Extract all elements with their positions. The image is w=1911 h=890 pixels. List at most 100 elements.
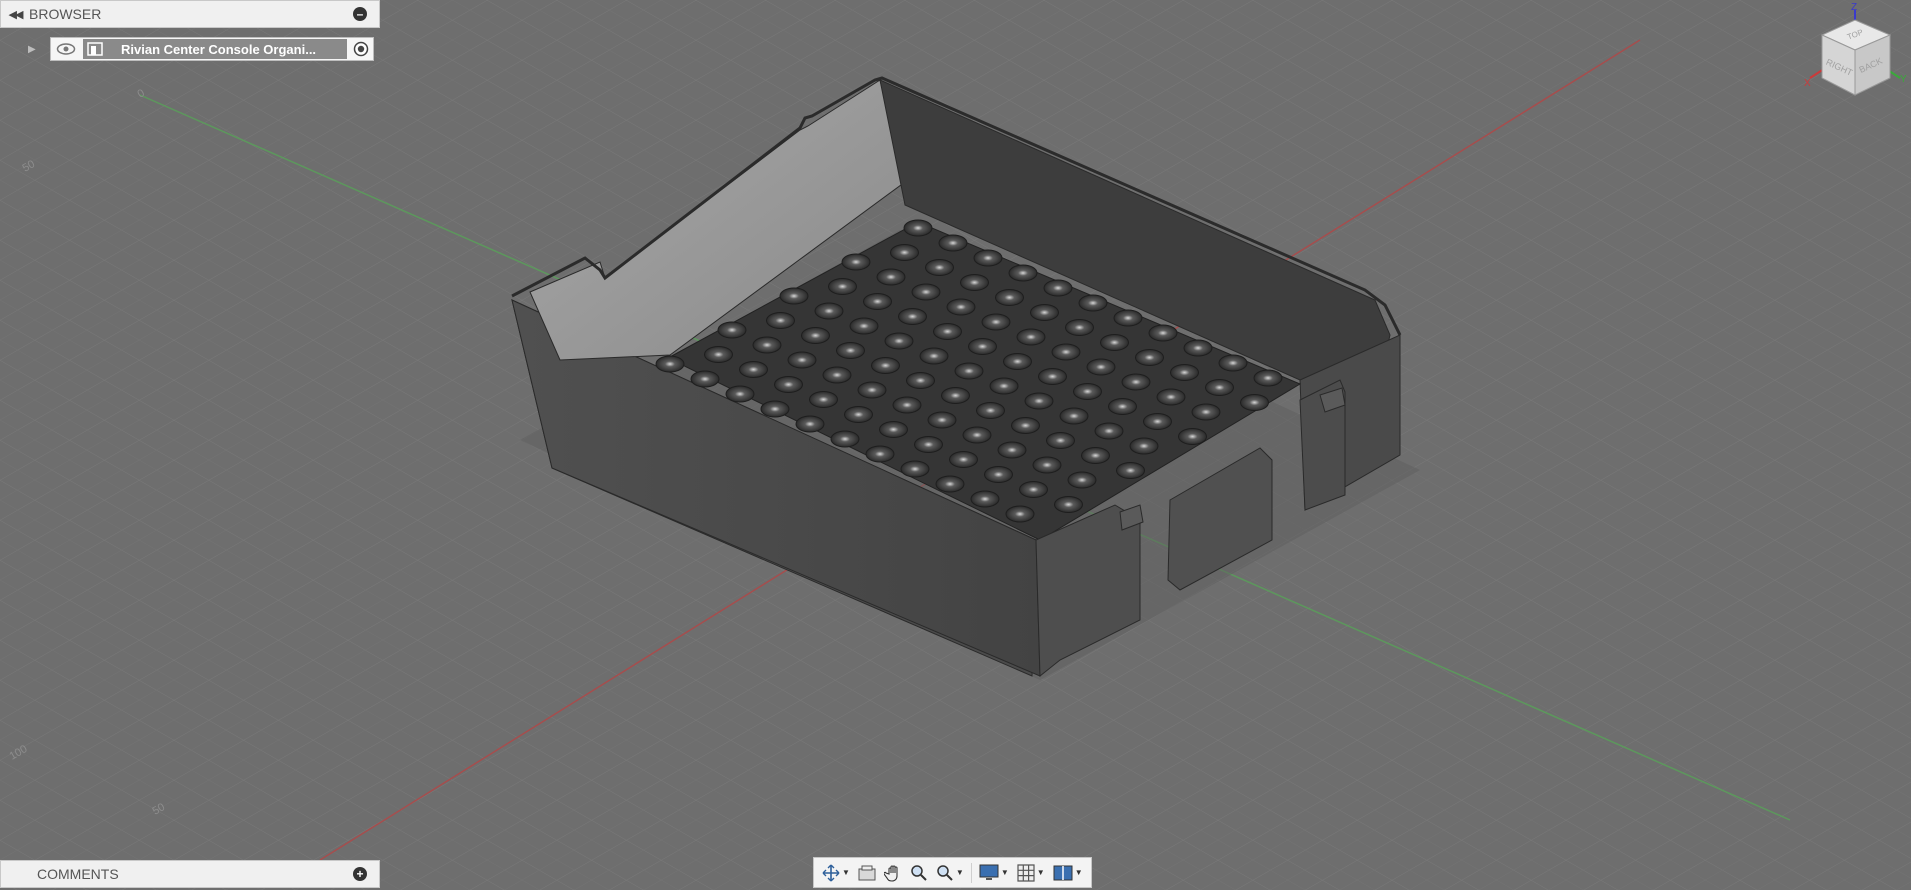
- viewports-icon[interactable]: ▼: [1049, 860, 1087, 886]
- tray-cell: [981, 313, 1011, 331]
- tray-cell: [879, 421, 908, 438]
- tray-cell: [960, 274, 989, 291]
- tray-cell: [914, 436, 943, 453]
- tray-cell: [1218, 354, 1248, 372]
- browser-tree-root[interactable]: ▶ Rivian Center Console Organi...: [28, 36, 374, 62]
- tray-cell: [925, 259, 954, 276]
- tray-cell: [1240, 394, 1269, 411]
- tray-cell: [655, 355, 685, 373]
- tray-cell: [863, 293, 892, 310]
- tray-cell: [1086, 358, 1116, 376]
- tray-cell: [1065, 319, 1094, 336]
- viewcube-y-label: Y: [1900, 74, 1907, 85]
- tray-cell: [836, 342, 865, 359]
- tray-cell: [1121, 373, 1151, 391]
- tray-cell: [1116, 462, 1145, 479]
- viewcube[interactable]: TOP RIGHT BACK Z X Y: [1800, 0, 1911, 110]
- component-item[interactable]: Rivian Center Console Organi...: [83, 39, 347, 59]
- tray-cell: [865, 445, 895, 463]
- tray-cell: [1054, 496, 1083, 513]
- tray-cell: [976, 402, 1005, 419]
- tray-cell: [822, 366, 852, 384]
- tray-cell: [1030, 304, 1059, 321]
- add-comment-button[interactable]: +: [353, 867, 367, 881]
- tray-cell: [911, 283, 941, 301]
- tray-cell: [1067, 471, 1097, 489]
- tray-cell: [1051, 343, 1081, 361]
- tray-cell: [1046, 432, 1075, 449]
- tray-cell: [1100, 334, 1129, 351]
- orbit-icon[interactable]: ▼: [818, 860, 854, 886]
- collapse-panel-icon[interactable]: ◀◀: [1, 8, 29, 21]
- tray-cell: [1108, 398, 1137, 415]
- zoom-icon[interactable]: [906, 860, 932, 886]
- tray-cell: [1081, 447, 1110, 464]
- component-name: Rivian Center Console Organi...: [121, 41, 317, 57]
- look-at-icon[interactable]: [854, 860, 880, 886]
- tray-cell: [927, 411, 957, 429]
- comments-panel-header[interactable]: COMMENTS +: [0, 860, 380, 888]
- tray-cell: [884, 332, 914, 350]
- tray-cell: [830, 430, 860, 448]
- tray-cell: [890, 244, 919, 261]
- tray-cell: [1094, 422, 1124, 440]
- tray-cell: [1043, 279, 1073, 297]
- browser-row-box: Rivian Center Console Organi...: [50, 37, 374, 61]
- tray-cell: [900, 460, 930, 478]
- design-viewport[interactable]: 0 50 100 50: [0, 0, 1911, 890]
- pan-icon[interactable]: [880, 860, 906, 886]
- comments-title: COMMENTS: [37, 866, 119, 882]
- tray-cell: [849, 317, 879, 335]
- tray-cell: [898, 308, 927, 325]
- tray-cell: [1038, 368, 1067, 385]
- browser-title: BROWSER: [29, 6, 102, 22]
- grid-settings-icon[interactable]: ▼: [1013, 860, 1049, 886]
- tray-cell: [1143, 413, 1172, 430]
- tray-cell: [1253, 369, 1283, 387]
- tray-cell: [962, 426, 992, 444]
- tray-cell: [970, 490, 1000, 508]
- tray-cell: [1148, 324, 1178, 342]
- navigation-toolbar: ▼ ▼ ▼ ▼ ▼: [813, 857, 1092, 888]
- expand-arrow-icon[interactable]: ▶: [28, 44, 42, 55]
- tray-cell: [1129, 437, 1159, 455]
- display-settings-icon[interactable]: ▼: [975, 860, 1013, 886]
- viewcube-x-label: X: [1804, 78, 1811, 89]
- tray-cell: [997, 441, 1027, 459]
- tray-cell: [1011, 417, 1040, 434]
- tray-cell: [1032, 456, 1062, 474]
- tray-cell: [984, 466, 1013, 483]
- tray-cell: [935, 475, 965, 493]
- tray-cell: [844, 406, 873, 423]
- tray-cell: [949, 451, 978, 468]
- tray-cell: [814, 302, 844, 320]
- tray-cell: [946, 298, 976, 316]
- tray-cell: [1178, 428, 1207, 445]
- tray-cell: [779, 287, 809, 305]
- tray-cell: [1191, 403, 1221, 421]
- tray-cell: [1205, 379, 1234, 396]
- tray-cell: [752, 336, 782, 354]
- activate-radio-icon[interactable]: [353, 41, 369, 57]
- browser-panel-header: ◀◀ BROWSER –: [0, 0, 380, 28]
- toolbar-separator: [970, 862, 972, 883]
- tray-cell: [1024, 392, 1054, 410]
- visibility-eye-icon[interactable]: [55, 41, 77, 57]
- tray-cell: [828, 278, 857, 295]
- tray-cell: [1005, 505, 1035, 523]
- tray-cell: [766, 312, 795, 329]
- tray-cell: [1078, 294, 1108, 312]
- tray-cell: [725, 385, 755, 403]
- component-icon: [87, 42, 103, 56]
- tray-cell: [1016, 328, 1046, 346]
- tray-cell: [933, 323, 962, 340]
- tray-cell: [903, 219, 933, 237]
- zoom-window-icon[interactable]: ▼: [932, 860, 968, 886]
- tray-cell: [1183, 339, 1213, 357]
- tray-cell: [1003, 353, 1032, 370]
- minimize-panel-button[interactable]: –: [353, 7, 367, 21]
- tray-cell: [1008, 264, 1038, 282]
- tray-cell: [704, 346, 733, 363]
- tray-cell: [871, 357, 900, 374]
- tray-cell: [1019, 481, 1048, 498]
